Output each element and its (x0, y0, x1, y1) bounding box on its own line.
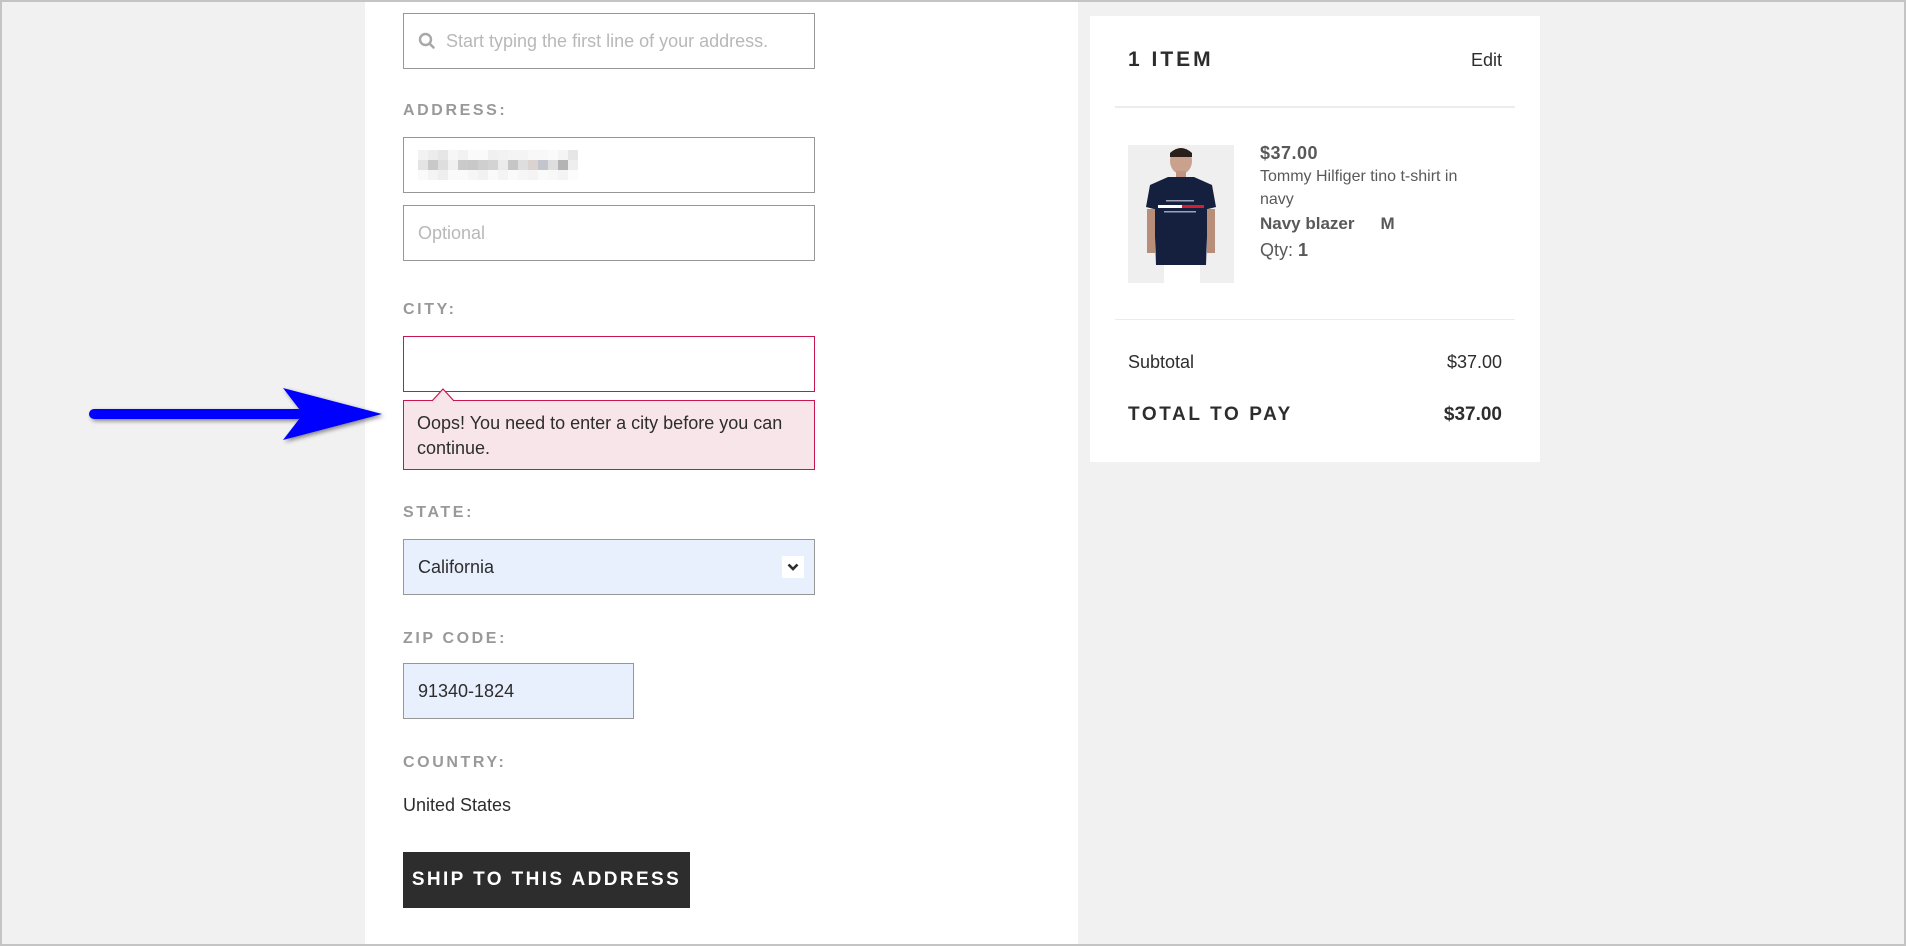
city-label: CITY: (403, 301, 457, 318)
address-search-input[interactable]: Start typing the first line of your addr… (403, 13, 815, 69)
city-input[interactable] (403, 336, 815, 392)
ship-to-address-button[interactable]: SHIP TO THIS ADDRESS (403, 852, 690, 908)
zip-value: 91340-1824 (418, 680, 515, 701)
address-search-placeholder: Start typing the first line of your addr… (446, 30, 769, 51)
item-qty-value: 1 (1298, 240, 1309, 260)
state-label: STATE: (403, 504, 474, 521)
state-select[interactable]: California (403, 539, 815, 595)
edit-bag-link[interactable]: Edit (1471, 50, 1502, 71)
search-icon (418, 32, 435, 49)
item-name: Tommy Hilfiger tino t-shirt in navy (1260, 168, 1458, 208)
item-variant: Navy blazer M (1260, 211, 1480, 237)
zip-label: ZIP CODE: (403, 630, 508, 647)
country-value: United States (403, 795, 512, 815)
zip-input[interactable]: 91340-1824 (403, 663, 634, 719)
error-pointer-icon (432, 388, 454, 402)
totals-divider (1115, 319, 1515, 320)
total-label: TOTAL TO PAY (1128, 404, 1293, 425)
address-label: ADDRESS: (403, 102, 508, 119)
summary-item-count: 1 ITEM (1128, 48, 1214, 71)
state-selected-value: California (418, 556, 495, 577)
cart-item-details: $37.00 Tommy Hilfiger tino t-shirt in na… (1260, 141, 1480, 263)
chevron-down-icon[interactable] (782, 556, 804, 578)
summary-divider (1115, 106, 1515, 108)
item-color: Navy blazer (1260, 214, 1355, 233)
redacted-address-value (418, 150, 588, 180)
item-quantity: Qty: 1 (1260, 237, 1480, 263)
address-line2-input[interactable]: Optional (403, 205, 815, 261)
country-label: COUNTRY: (403, 754, 507, 771)
item-size: M (1380, 214, 1395, 233)
item-price: $37.00 (1260, 143, 1319, 163)
city-error-message: Oops! You need to enter a city before yo… (403, 400, 815, 470)
address-line2-placeholder: Optional (418, 222, 486, 243)
subtotal-label: Subtotal (1128, 352, 1195, 372)
total-value: $37.00 (1443, 404, 1502, 425)
product-image (1128, 145, 1234, 283)
subtotal-value: $37.00 (1446, 352, 1502, 372)
address-line1-input[interactable] (403, 137, 815, 193)
annotation-arrow-icon (89, 388, 382, 440)
total-row: TOTAL TO PAY $37.00 (1128, 404, 1502, 426)
item-qty-label: Qty: (1260, 240, 1294, 260)
subtotal-row: Subtotal $37.00 (1128, 352, 1502, 373)
